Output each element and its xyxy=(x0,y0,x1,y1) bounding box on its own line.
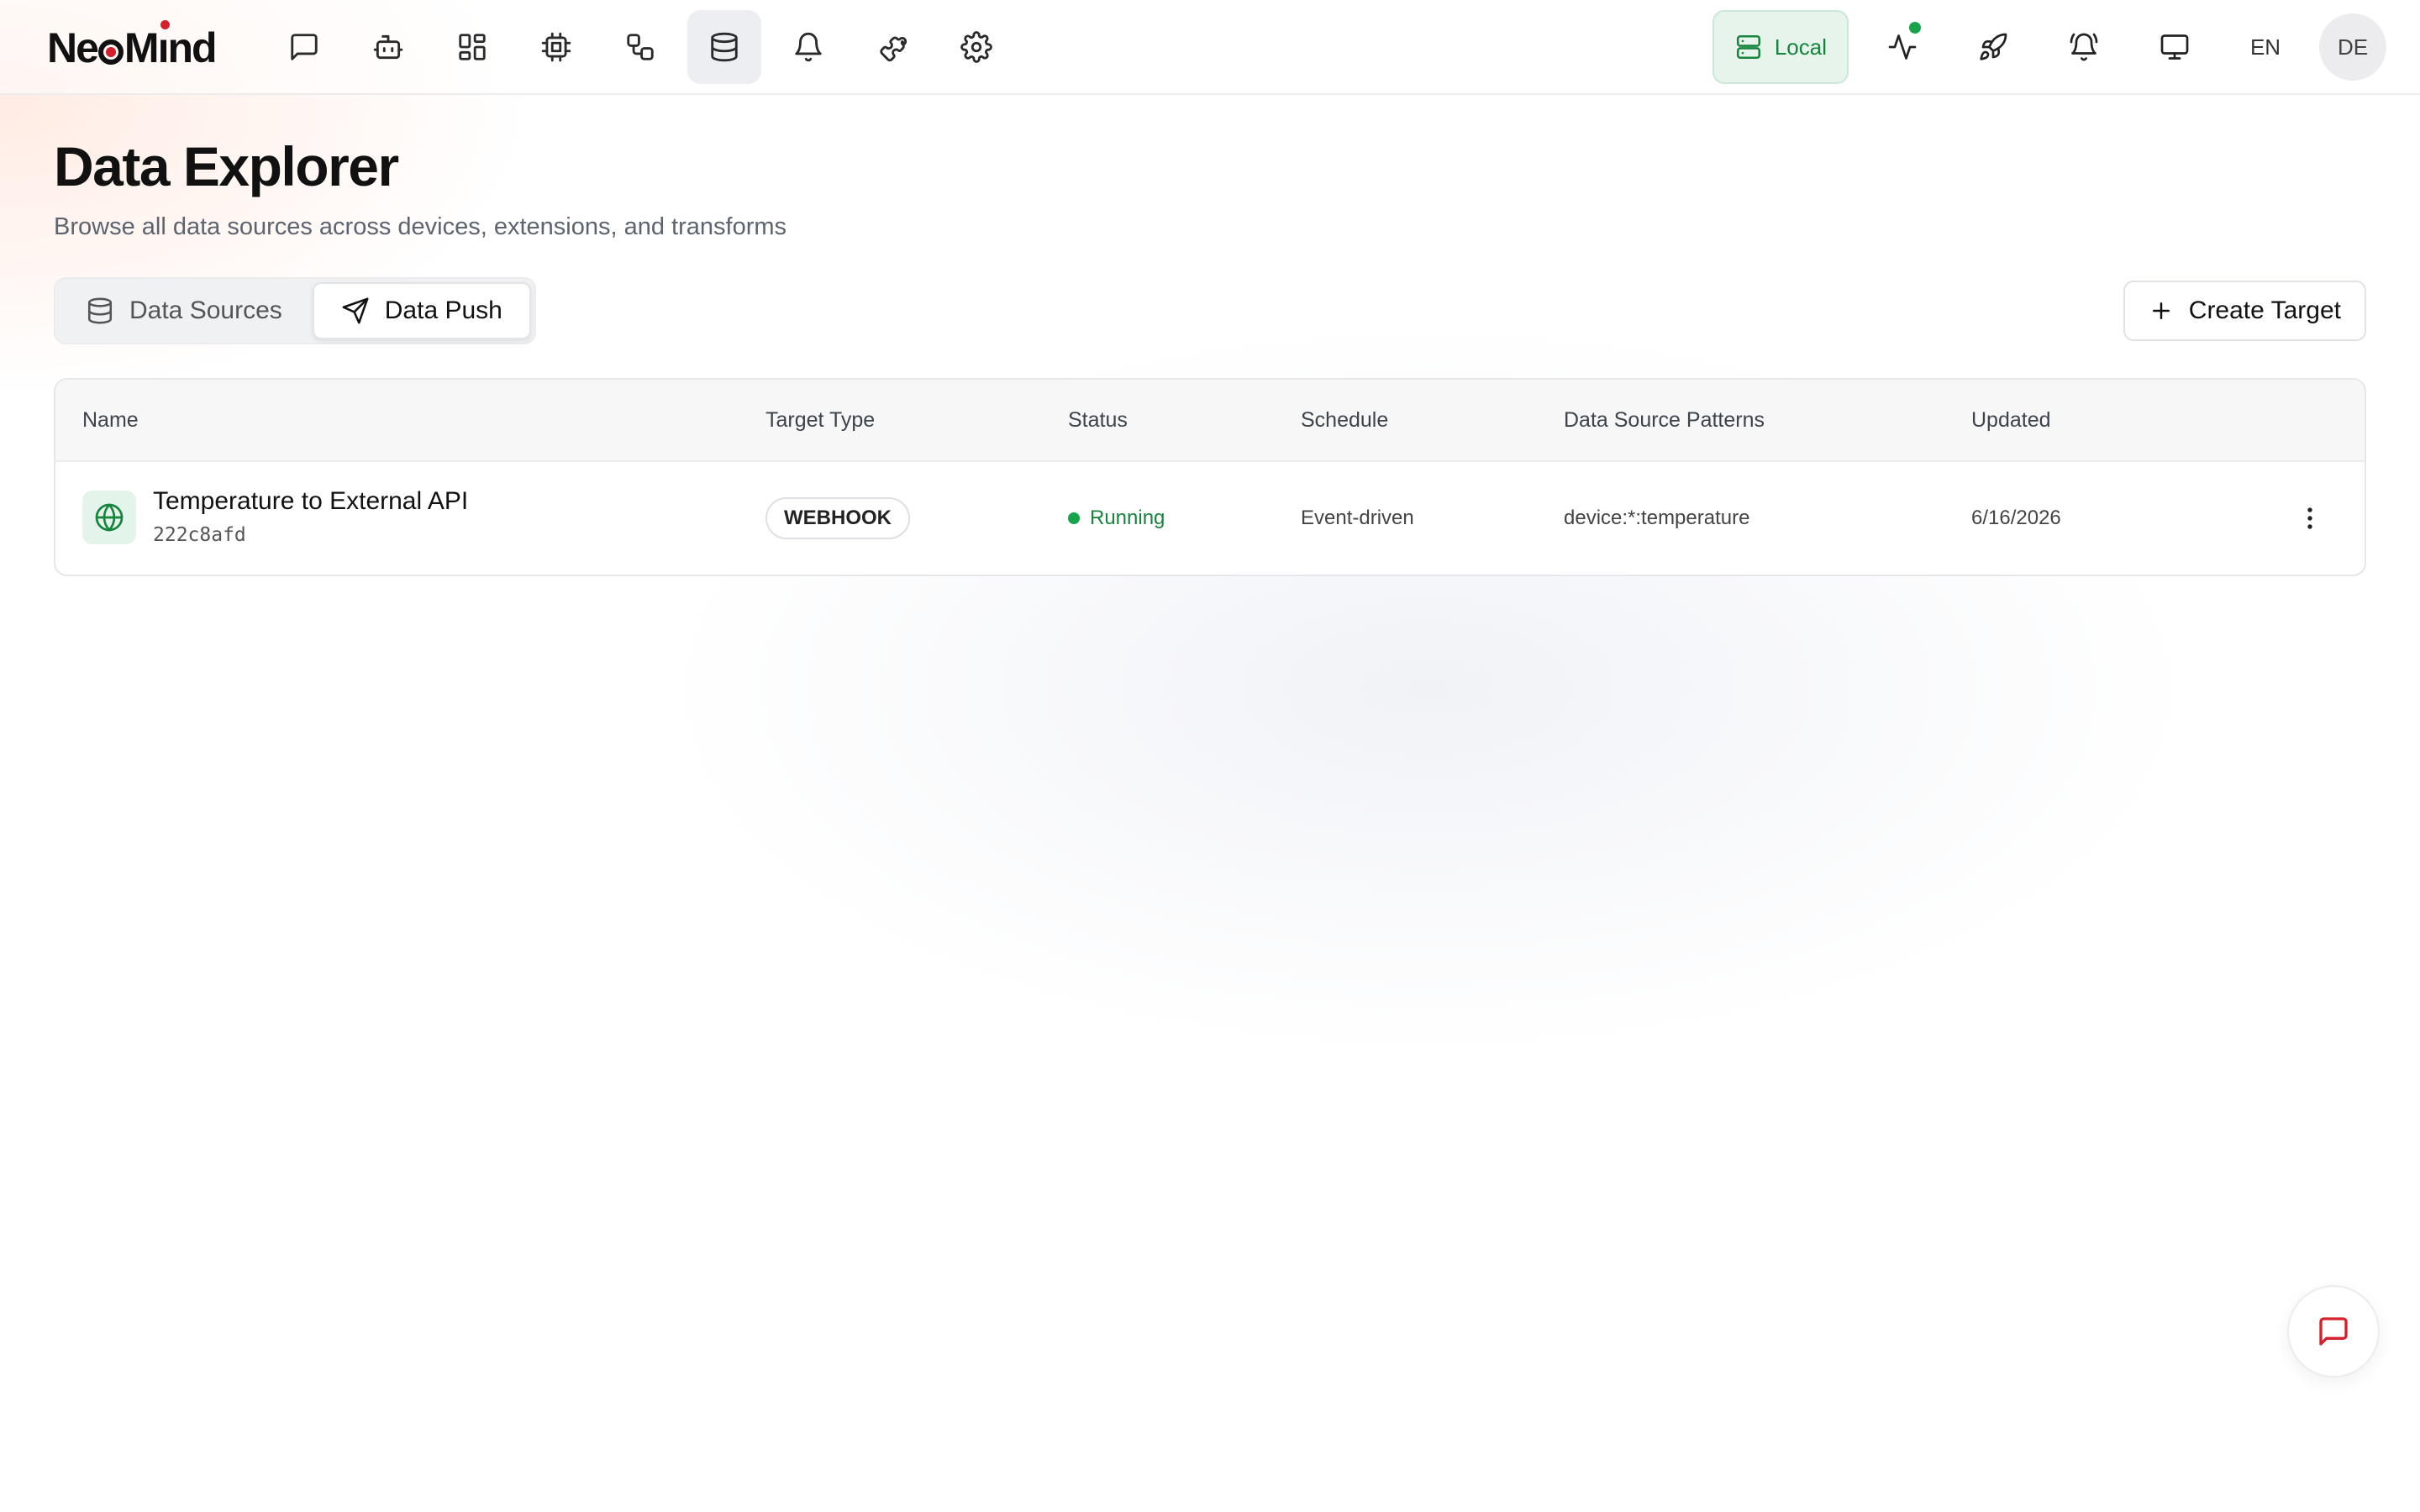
monitor-icon xyxy=(2160,32,2190,62)
bell-ring-icon xyxy=(2069,32,2099,62)
logo-text-m: M xyxy=(124,24,160,71)
target-updated-date: 6/16/2026 xyxy=(1971,507,2061,529)
target-name[interactable]: Temperature to External API xyxy=(153,487,468,516)
nav-agents-button[interactable] xyxy=(351,10,425,84)
push-targets-table: Name Target Type Status Schedule Data So… xyxy=(54,378,2366,576)
robot-icon xyxy=(372,31,404,63)
activity-icon xyxy=(1887,32,1918,62)
send-icon xyxy=(341,297,370,325)
table-header: Name Target Type Status Schedule Data So… xyxy=(55,380,2365,462)
logo-i-mark: ı xyxy=(157,20,170,72)
logo-text-end: nd xyxy=(167,24,217,71)
nav-devices-button[interactable] xyxy=(519,10,593,84)
tab-data-push[interactable]: Data Push xyxy=(312,282,531,339)
create-target-label: Create Target xyxy=(2188,297,2341,324)
chat-icon xyxy=(288,31,320,63)
webhook-target-avatar xyxy=(82,491,136,544)
database-icon xyxy=(708,31,740,63)
activity-button[interactable] xyxy=(1865,10,1939,84)
column-header-schedule[interactable]: Schedule xyxy=(1301,408,1388,433)
logo-i-dot xyxy=(160,20,170,29)
nav-chat-button[interactable] xyxy=(267,10,341,84)
create-target-button[interactable]: Create Target xyxy=(2123,281,2366,341)
puzzle-icon xyxy=(876,31,908,63)
gear-icon xyxy=(960,31,992,63)
chip-icon xyxy=(540,31,572,63)
dashboard-icon xyxy=(456,31,488,63)
data-explorer-tabs: Data Sources Data Push xyxy=(54,277,536,344)
target-type-badge: WEBHOOK xyxy=(765,497,910,539)
status-label: Running xyxy=(1090,507,1165,529)
display-button[interactable] xyxy=(2138,10,2212,84)
local-backend-label: Local xyxy=(1774,34,1827,60)
rocket-button[interactable] xyxy=(1956,10,2030,84)
tab-label: Data Push xyxy=(384,297,502,324)
neomind-logo[interactable]: Ne Mı nd xyxy=(47,20,218,72)
rocket-icon xyxy=(1978,32,2008,62)
target-data-source-patterns: device:*:temperature xyxy=(1564,507,1750,529)
local-backend-button[interactable]: Local xyxy=(1712,10,1849,84)
target-status: Running xyxy=(1068,507,1165,530)
column-header-updated[interactable]: Updated xyxy=(1971,408,2051,433)
column-header-data-source-patterns[interactable]: Data Source Patterns xyxy=(1564,408,1765,433)
top-navigation-bar: Ne Mı nd Local EN DE xyxy=(0,0,2420,95)
page-subtitle: Browse all data sources across devices, … xyxy=(54,213,787,240)
nav-alerts-button[interactable] xyxy=(771,10,845,84)
nav-data-explorer-button[interactable] xyxy=(687,10,761,84)
more-vertical-icon xyxy=(2296,504,2324,533)
row-actions-button[interactable] xyxy=(2289,497,2331,539)
tab-data-sources[interactable]: Data Sources xyxy=(59,282,309,339)
language-switch[interactable]: EN xyxy=(2228,10,2302,84)
status-dot xyxy=(1068,512,1080,524)
plus-icon xyxy=(2149,298,2174,323)
column-header-name[interactable]: Name xyxy=(82,408,139,433)
alarm-button[interactable] xyxy=(2047,10,2121,84)
nav-workflow-button[interactable] xyxy=(603,10,677,84)
bell-icon xyxy=(792,31,824,63)
nav-extensions-button[interactable] xyxy=(855,10,929,84)
server-icon xyxy=(1734,33,1763,61)
logo-text-i: ı xyxy=(157,24,170,71)
tab-label: Data Sources xyxy=(129,297,282,324)
activity-status-dot xyxy=(1909,22,1921,34)
target-schedule: Event-driven xyxy=(1301,507,1414,529)
globe-icon xyxy=(94,502,124,533)
page-title: Data Explorer xyxy=(54,135,399,197)
table-row[interactable]: Temperature to External API 222c8afd WEB… xyxy=(55,462,2365,575)
workflow-icon xyxy=(624,31,656,63)
nav-settings-button[interactable] xyxy=(939,10,1013,84)
main-nav-icons xyxy=(267,10,1013,84)
logo-o-mark xyxy=(97,39,124,65)
header-right-tools: Local EN DE xyxy=(1712,10,2386,84)
nav-dashboard-button[interactable] xyxy=(435,10,509,84)
column-header-target-type[interactable]: Target Type xyxy=(765,408,875,433)
chat-icon xyxy=(2317,1315,2350,1348)
floating-chat-button[interactable] xyxy=(2287,1285,2380,1378)
column-header-status[interactable]: Status xyxy=(1068,408,1128,433)
user-avatar[interactable]: DE xyxy=(2319,13,2386,81)
database-icon xyxy=(86,297,114,325)
target-id: 222c8afd xyxy=(153,524,246,546)
logo-text-start: Ne xyxy=(47,24,99,71)
